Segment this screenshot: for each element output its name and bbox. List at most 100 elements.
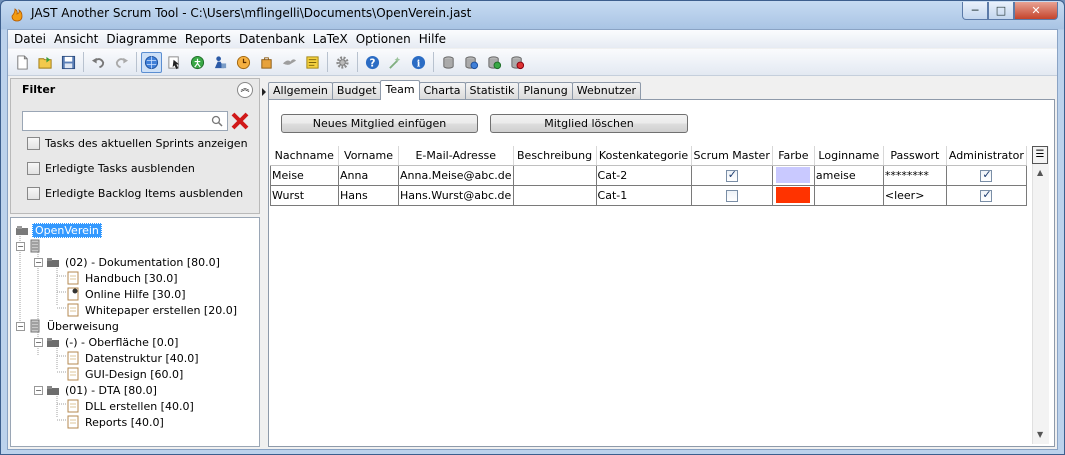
administrator-checkbox[interactable] (980, 168, 993, 182)
menu-ansicht[interactable]: Ansicht (50, 32, 102, 46)
tree-node[interactable]: Datenstruktur [40.0] (53, 350, 201, 366)
tab-webnutzer[interactable]: Webnutzer (571, 82, 642, 99)
tab-statistik[interactable]: Statistik (464, 82, 520, 99)
run-icon[interactable] (187, 52, 208, 73)
cell-beschreibung[interactable] (512, 184, 597, 206)
tree-node[interactable]: − Überweisung (16, 318, 121, 334)
help-icon[interactable]: ? (362, 52, 383, 73)
tree-node[interactable]: Whitepaper erstellen [20.0] (53, 302, 239, 318)
bird-icon[interactable] (279, 52, 300, 73)
menu-reports[interactable]: Reports (181, 32, 235, 46)
tree-node[interactable]: Handbuch [30.0] (53, 270, 180, 286)
collapse-filter-button[interactable]: ︽ (237, 82, 253, 98)
menu-hilfe[interactable]: Hilfe (415, 32, 450, 46)
minimize-button[interactable]: ─ (962, 2, 988, 20)
column-header[interactable]: Scrum Master (691, 146, 773, 166)
menu-datei[interactable]: Datei (10, 32, 50, 46)
column-header[interactable]: E-Mail-Adresse (398, 146, 514, 166)
cell-beschreibung[interactable] (512, 164, 597, 186)
tab-budget[interactable]: Budget (331, 82, 382, 99)
tree-collapse-icon[interactable]: − (16, 241, 25, 251)
tree-collapse-icon[interactable]: − (34, 337, 43, 347)
cell-loginname[interactable] (813, 184, 884, 206)
checkbox-box[interactable] (27, 162, 40, 175)
clock-icon[interactable] (233, 52, 254, 73)
tree-node[interactable]: − (-) - Oberfläche [0.0] (34, 334, 180, 350)
column-header[interactable]: Nachname (270, 146, 339, 166)
menu-datenbank[interactable]: Datenbank (235, 32, 309, 46)
delete-member-button[interactable]: Mitglied löschen (490, 114, 688, 133)
administrator-checkbox[interactable] (980, 188, 993, 202)
database-add-icon[interactable] (484, 52, 505, 73)
cell-email[interactable]: Hans.Wurst@abc.de (398, 184, 514, 206)
column-header[interactable]: Kostenkategorie (596, 146, 692, 166)
cell-vorname[interactable]: Hans (338, 184, 399, 206)
table-row[interactable]: MeiseAnnaAnna.Meise@abc.de Cat-2 ameise***… (270, 164, 1027, 186)
tab-allgemein[interactable]: Allgemein (268, 82, 333, 99)
cell-scrummaster[interactable] (690, 184, 773, 206)
database-globe-icon[interactable] (461, 52, 482, 73)
checkbox-box[interactable] (27, 187, 40, 200)
scrum-master-checkbox[interactable] (725, 189, 738, 202)
scroll-down-icon[interactable]: ▼ (1037, 430, 1043, 439)
cell-nachname[interactable]: Wurst (270, 184, 339, 206)
tree-collapse-icon[interactable]: − (16, 321, 25, 331)
gear-icon[interactable] (332, 52, 353, 73)
cell-kostenkategorie[interactable]: Cat-1 (595, 184, 692, 206)
filter-hide-done-backlog-checkbox[interactable]: Erledigte Backlog Items ausblenden (27, 187, 243, 200)
column-header[interactable]: Beschreibung (513, 146, 597, 166)
tab-team[interactable]: Team (380, 80, 420, 100)
menu-diagramme[interactable]: Diagramme (102, 32, 181, 46)
cell-farbe[interactable] (771, 164, 815, 186)
tree-node[interactable]: OpenVerein (15, 222, 102, 238)
tab-planung[interactable]: Planung (518, 82, 573, 99)
bag-icon[interactable] (256, 52, 277, 73)
new-file-icon[interactable] (12, 52, 33, 73)
menu-optionen[interactable]: Optionen (352, 32, 415, 46)
info-icon[interactable]: i (408, 52, 429, 73)
vertical-scrollbar[interactable]: ▲ ▼ (1032, 146, 1049, 444)
cell-passwort[interactable]: <leer> (882, 184, 947, 206)
tree-node[interactable]: DLL erstellen [40.0] (53, 398, 196, 414)
column-header[interactable]: Farbe (772, 146, 815, 166)
open-folder-icon[interactable] (35, 52, 56, 73)
tree-node[interactable]: Online Hilfe [30.0] (53, 286, 188, 302)
wizard-icon[interactable] (385, 52, 406, 73)
cell-passwort[interactable]: ******** (882, 164, 947, 186)
column-header[interactable]: Administrator (946, 146, 1027, 166)
tree-node[interactable]: − (02) - Dokumentation [80.0] (34, 254, 222, 270)
cell-kostenkategorie[interactable]: Cat-2 (595, 164, 692, 186)
tab-charta[interactable]: Charta (418, 82, 466, 99)
undo-icon[interactable] (88, 52, 109, 73)
color-swatch[interactable] (776, 187, 811, 203)
person-icon[interactable] (210, 52, 231, 73)
tree-node[interactable]: − (16, 238, 49, 254)
cell-administrator[interactable] (945, 184, 1027, 206)
scroll-up-icon[interactable]: ▲ (1037, 168, 1043, 177)
cell-vorname[interactable]: Anna (338, 164, 399, 186)
column-menu-icon[interactable]: ☰ (1032, 146, 1048, 164)
globe-icon[interactable] (141, 51, 162, 73)
tree-node[interactable]: − (01) - DTA [80.0] (34, 382, 159, 398)
database-icon[interactable] (438, 52, 459, 73)
title-bar[interactable]: JAST Another Scrum Tool - C:\Users\mflin… (1, 1, 1064, 29)
filter-hide-done-tasks-checkbox[interactable]: Erledigte Tasks ausblenden (27, 162, 195, 175)
checkbox-box[interactable] (27, 137, 40, 150)
cell-scrummaster[interactable] (690, 164, 773, 186)
tree-node[interactable]: Reports [40.0] (53, 414, 166, 430)
tree-collapse-icon[interactable]: − (34, 385, 43, 395)
filter-search-input[interactable] (22, 111, 228, 131)
add-member-button[interactable]: Neues Mitglied einfügen (281, 114, 478, 133)
cell-nachname[interactable]: Meise (270, 164, 339, 186)
cell-email[interactable]: Anna.Meise@abc.de (398, 164, 514, 186)
column-header[interactable]: Passwort (883, 146, 947, 166)
filter-current-sprint-checkbox[interactable]: Tasks des aktuellen Sprints anzeigen (27, 137, 248, 150)
close-button[interactable]: ✕ (1014, 2, 1058, 20)
notes-icon[interactable] (302, 52, 323, 73)
table-row[interactable]: Wurst Hans Hans.Wurst@abc.de Cat-1 <leer> (270, 184, 1027, 206)
clear-filter-icon[interactable] (230, 111, 250, 131)
column-header[interactable]: Vorname (338, 146, 399, 166)
maximize-button[interactable]: □ (988, 2, 1014, 20)
save-icon[interactable] (58, 52, 79, 73)
cell-loginname[interactable]: ameise (813, 164, 884, 186)
